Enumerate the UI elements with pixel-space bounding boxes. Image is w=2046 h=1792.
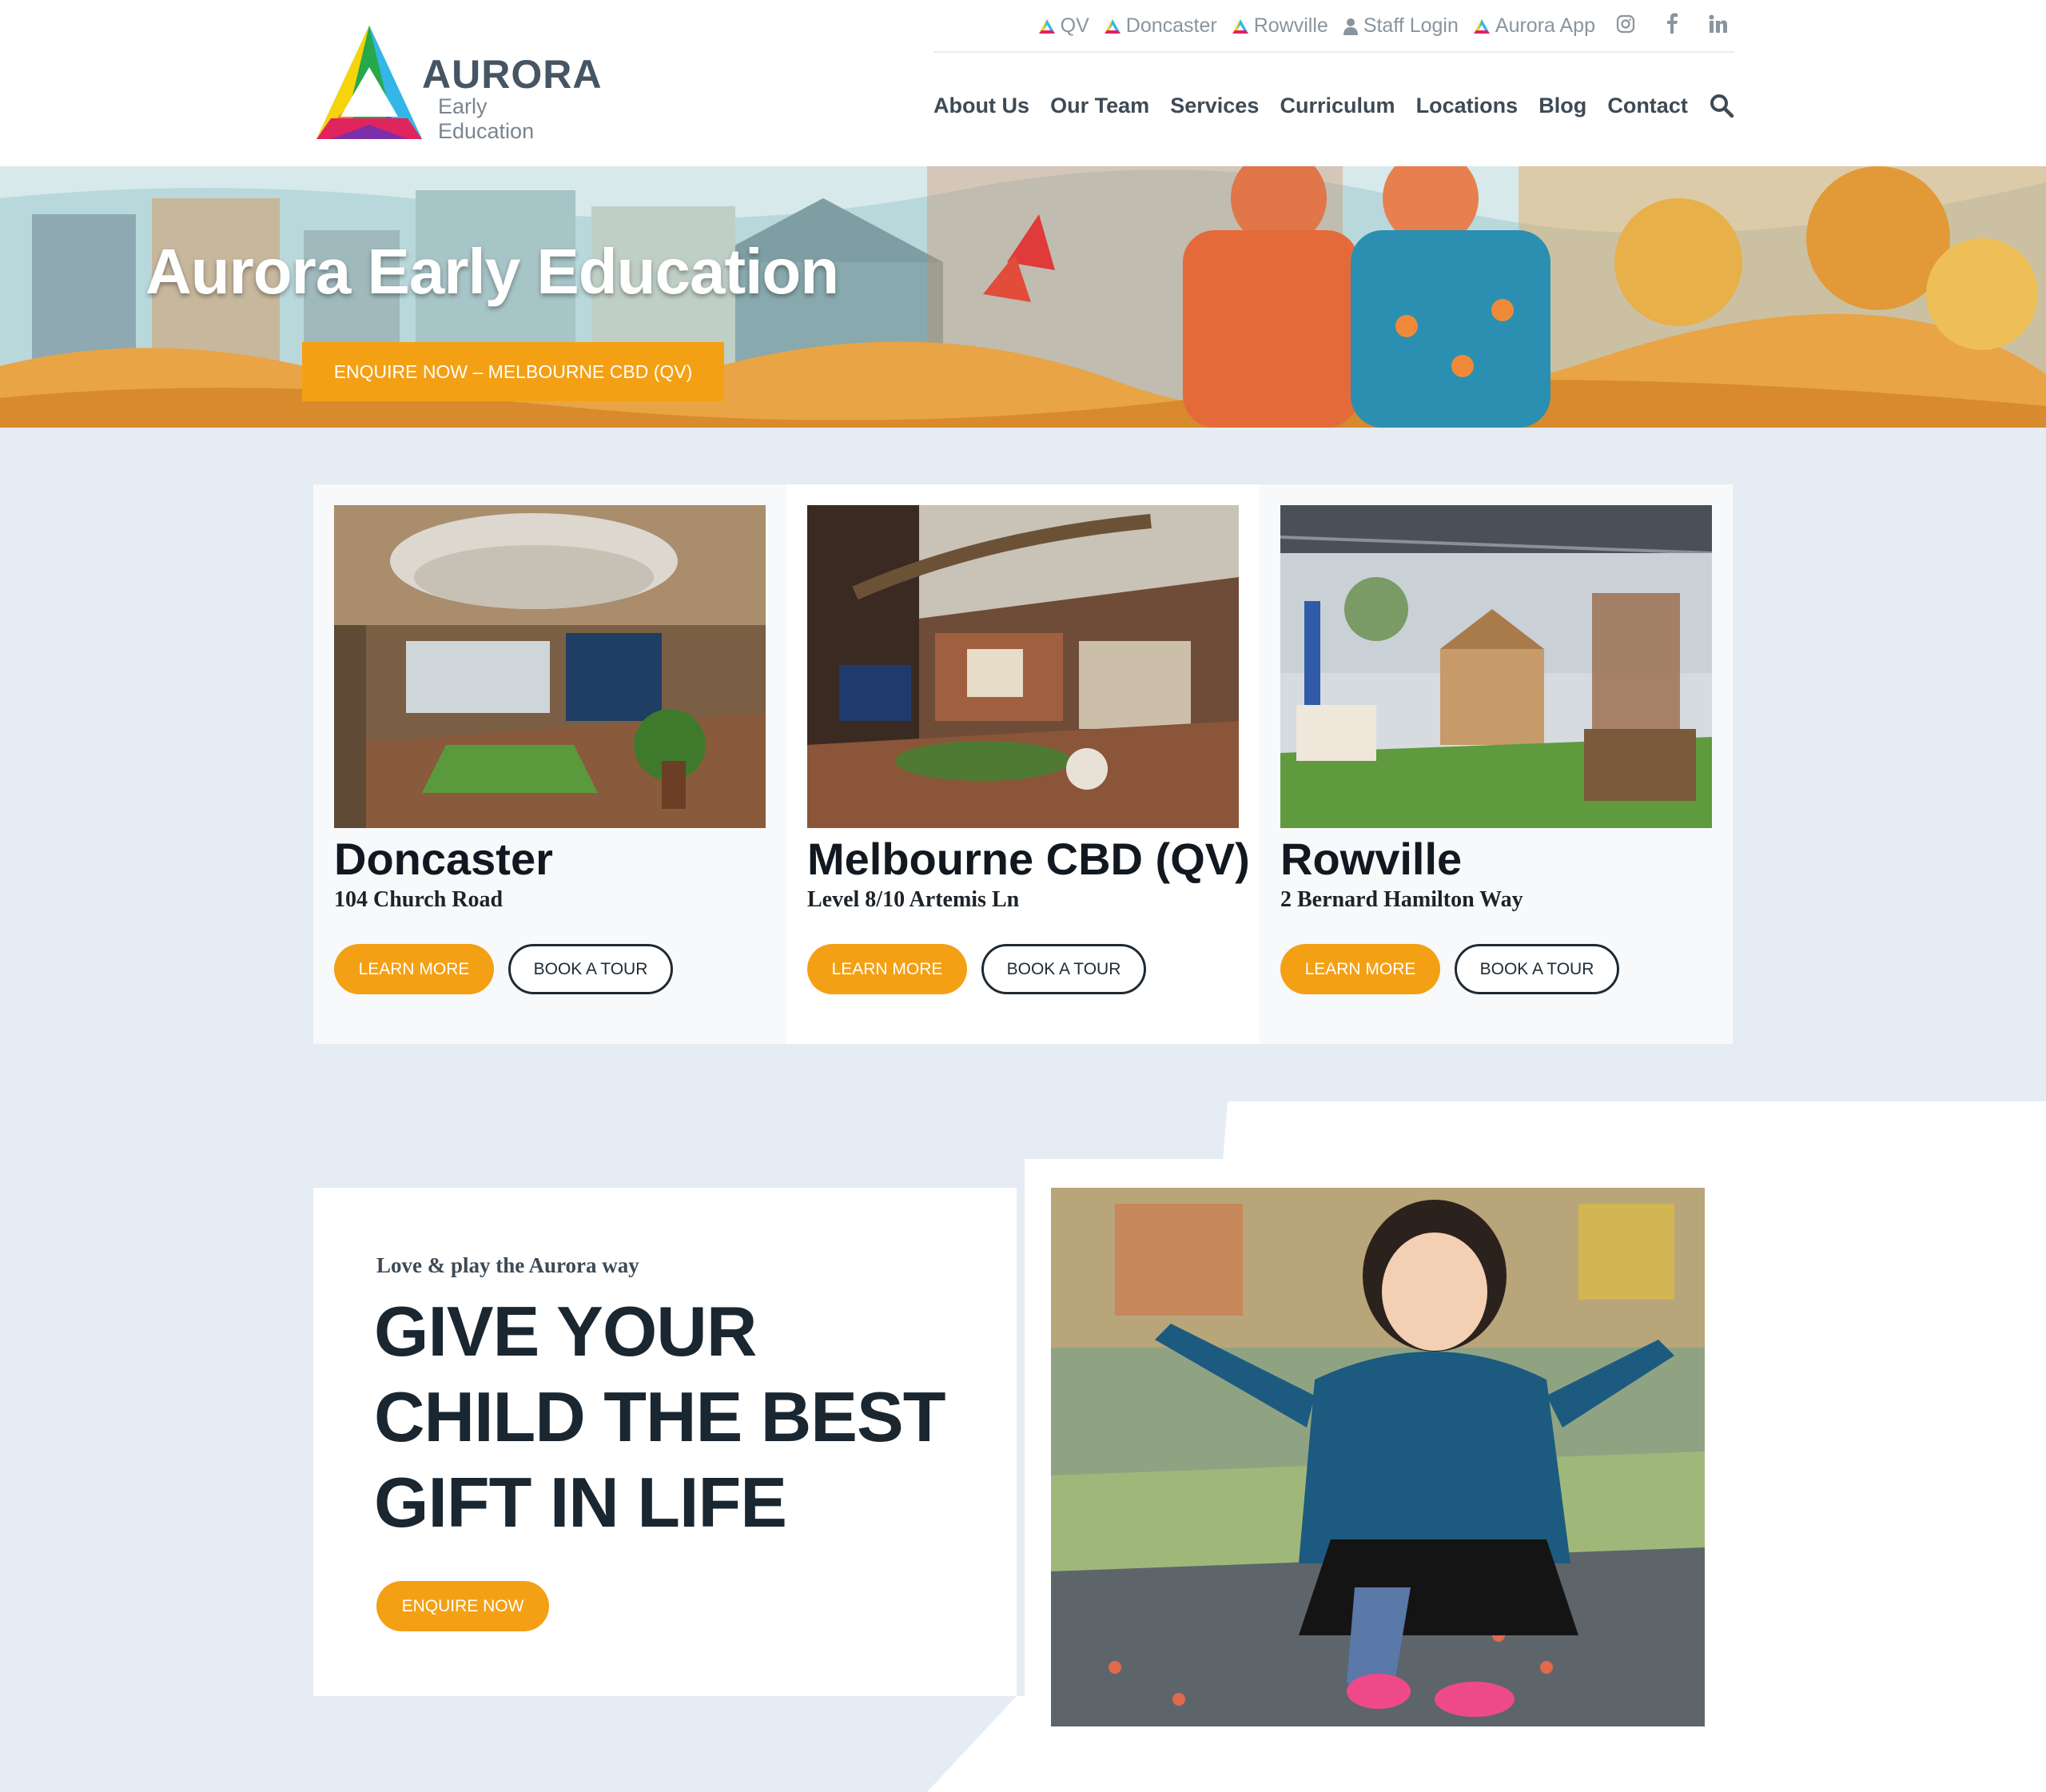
melbourne-cbd-photo[interactable] <box>807 505 1239 828</box>
hero-title: Aurora Early Education <box>145 236 839 307</box>
location-card-doncaster: Doncaster 104 Church Road LEARN MORE BOO… <box>313 484 786 1044</box>
topbar-link-aurora-app[interactable]: Aurora App <box>1473 14 1595 38</box>
book-tour-button[interactable]: BOOK A TOUR <box>508 944 673 994</box>
user-icon <box>1343 18 1358 35</box>
logo[interactable]: AURORA Early Education <box>313 21 601 143</box>
aurora-triangle-icon <box>1038 18 1055 34</box>
learn-more-button[interactable]: LEARN MORE <box>807 944 967 994</box>
learn-more-button[interactable]: LEARN MORE <box>334 944 494 994</box>
location-card-rowville: Rowville 2 Bernard Hamilton Way LEARN MO… <box>1260 484 1733 1044</box>
nav-curriculum[interactable]: Curriculum <box>1280 94 1395 118</box>
location-address: Level 8/10 Artemis Ln <box>807 887 1020 912</box>
topbar-link-label: Staff Login <box>1363 14 1459 37</box>
aurora-logo-icon <box>316 26 422 139</box>
site-header: AURORA Early Education QV Doncaster Rowv… <box>0 0 2046 166</box>
nav-our-team[interactable]: Our Team <box>1050 94 1149 118</box>
instagram-icon[interactable] <box>1610 14 1642 39</box>
main-navigation: About Us Our Team Services Curriculum Lo… <box>933 93 1734 118</box>
topbar-link-label: Doncaster <box>1125 14 1217 37</box>
location-cards: Doncaster 104 Church Road LEARN MORE BOO… <box>313 484 1733 1044</box>
location-name: Melbourne CBD (QV) <box>807 834 1250 884</box>
aurora-triangle-icon <box>1473 18 1490 34</box>
location-card-melbourne-cbd: Melbourne CBD (QV) Level 8/10 Artemis Ln… <box>786 484 1260 1044</box>
nav-blog[interactable]: Blog <box>1538 94 1586 118</box>
location-name: Doncaster <box>334 834 553 884</box>
book-tour-button[interactable]: BOOK A TOUR <box>981 944 1146 994</box>
nav-contact[interactable]: Contact <box>1607 94 1688 118</box>
facebook-icon[interactable] <box>1656 13 1688 39</box>
brand-subtitle: Early Education <box>438 94 535 143</box>
aurora-triangle-icon <box>1104 18 1121 34</box>
top-utility-bar: QV Doncaster Rowville Staff Login Aurora… <box>933 0 1734 53</box>
child-playing-photo <box>1051 1188 1705 1726</box>
search-icon[interactable] <box>1709 93 1734 118</box>
nav-services[interactable]: Services <box>1170 94 1259 118</box>
topbar-link-staff-login[interactable]: Staff Login <box>1343 14 1459 38</box>
aurora-triangle-icon <box>1232 18 1248 34</box>
book-tour-button[interactable]: BOOK A TOUR <box>1455 944 1619 994</box>
promo-headline: GIVE YOUR CHILD THE BEST GIFT IN LIFE <box>374 1292 945 1542</box>
promo-section: Love & play the Aurora way GIVE YOUR CHI… <box>313 1188 1017 1696</box>
decorative-white-shapes <box>927 1101 2046 1792</box>
rowville-photo[interactable] <box>1280 505 1712 828</box>
topbar-link-rowville[interactable]: Rowville <box>1232 14 1328 38</box>
location-address: 2 Bernard Hamilton Way <box>1280 887 1523 912</box>
topbar-link-label: Rowville <box>1253 14 1328 37</box>
topbar-link-doncaster[interactable]: Doncaster <box>1104 14 1217 38</box>
location-address: 104 Church Road <box>334 887 504 912</box>
topbar-link-label: Aurora App <box>1495 14 1595 37</box>
nav-about-us[interactable]: About Us <box>933 94 1029 118</box>
doncaster-photo[interactable] <box>334 505 766 828</box>
hero-enquire-button[interactable]: ENQUIRE NOW – MELBOURNE CBD (QV) <box>302 342 724 401</box>
topbar-link-qv[interactable]: QV <box>1038 14 1089 38</box>
nav-locations[interactable]: Locations <box>1416 94 1519 118</box>
enquire-now-button[interactable]: ENQUIRE NOW <box>376 1581 549 1631</box>
topbar-link-label: QV <box>1060 14 1089 37</box>
learn-more-button[interactable]: LEARN MORE <box>1280 944 1440 994</box>
brand-name: AURORA <box>422 52 603 97</box>
promo-eyebrow: Love & play the Aurora way <box>376 1253 639 1277</box>
linkedin-icon[interactable] <box>1702 14 1734 39</box>
hero-banner: Aurora Early Education ENQUIRE NOW – MEL… <box>0 166 2046 428</box>
location-name: Rowville <box>1280 834 1463 884</box>
